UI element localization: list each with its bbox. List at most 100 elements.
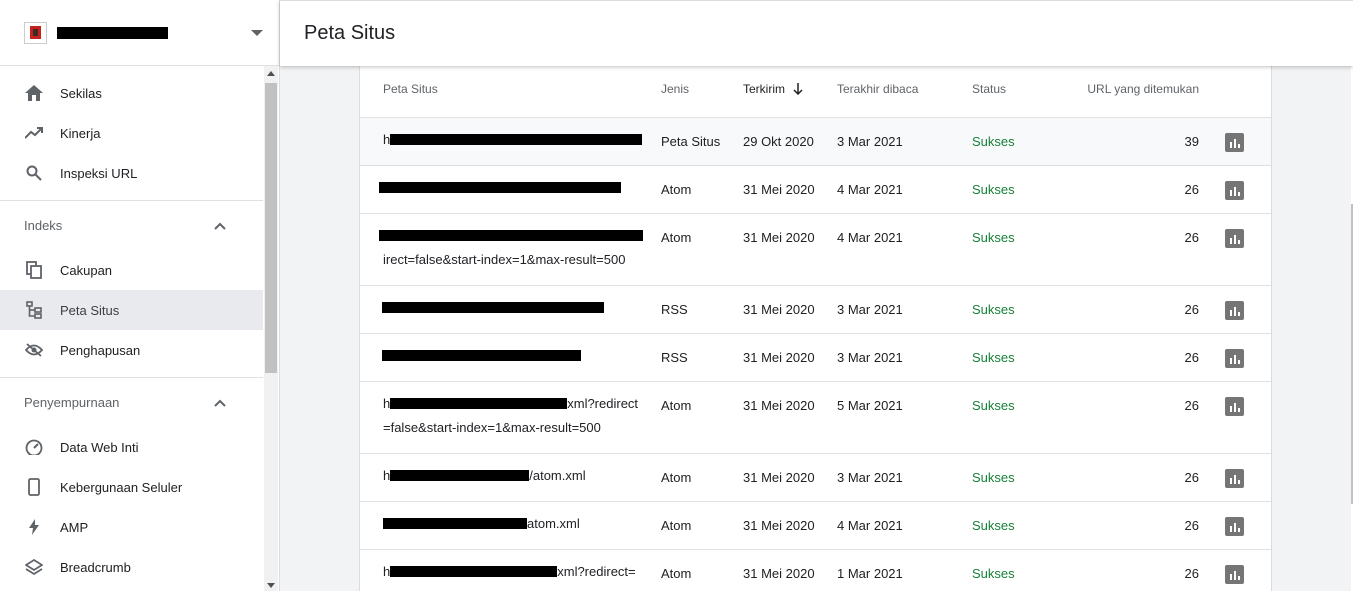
discovered-urls: 26 [1184, 350, 1199, 365]
sitemap-url: irect=false&start-index=1&max-result=500 [379, 224, 643, 272]
status-badge: Sukses [972, 566, 1015, 581]
chevron-up-icon[interactable] [213, 219, 227, 233]
table-row[interactable]: RSS 31 Mei 2020 3 Mar 2021 Sukses 26 [360, 286, 1271, 334]
column-header-label: Terkirim [743, 82, 785, 96]
eye-off-icon [24, 340, 44, 360]
url-text: h [383, 468, 391, 483]
column-header-urls[interactable]: URL yang ditemukan [1087, 82, 1199, 96]
last-read-date: 3 Mar 2021 [837, 302, 903, 317]
table-row[interactable]: RSS 31 Mei 2020 3 Mar 2021 Sukses 26 [360, 334, 1271, 382]
sidebar-item-label: Kebergunaan Seluler [60, 479, 183, 495]
sidebar-item-kinerja[interactable]: Kinerja [0, 113, 263, 153]
bar-chart-icon[interactable] [1225, 517, 1244, 536]
sidebar-item-label: Peta Situs [60, 302, 120, 318]
sidebar-item-label: Breadcrumb [60, 559, 131, 575]
redacted-block [383, 518, 527, 529]
sitemap-type: RSS [661, 302, 688, 317]
sitemap-url: h xml?redirect= [383, 560, 645, 584]
bar-chart-icon[interactable] [1225, 397, 1244, 416]
chevron-up-icon[interactable] [213, 396, 227, 410]
sitemap-url: h xml?redirect =false&start-index=1&max-re… [383, 392, 645, 440]
redacted-block [390, 398, 568, 409]
submitted-date: 29 Okt 2020 [743, 134, 814, 149]
table-row[interactable]: h xml?redirect =false&start-index=1&max-re… [360, 382, 1271, 454]
layers-icon [24, 557, 44, 577]
discovered-urls: 26 [1184, 566, 1199, 581]
submitted-date: 31 Mei 2020 [743, 398, 815, 413]
redacted-block [382, 302, 604, 313]
status-badge: Sukses [972, 398, 1015, 413]
url-text: atom.xml [527, 516, 580, 531]
property-selector[interactable] [0, 0, 279, 66]
file-copy-icon [24, 260, 44, 280]
scroll-down-arrow-icon[interactable] [267, 583, 275, 588]
table-row[interactable]: h/atom.xml Atom 31 Mei 2020 3 Mar 2021 S… [360, 454, 1271, 502]
sitemap-url: atom.xml [383, 512, 645, 536]
section-header-penyempurnaan[interactable]: Penyempurnaan [0, 378, 263, 427]
bar-chart-icon[interactable] [1225, 229, 1244, 248]
column-header-last-read[interactable]: Terakhir dibaca [837, 82, 918, 96]
sitemap-type: Atom [661, 518, 692, 533]
sitemap-url [382, 344, 644, 368]
bar-chart-icon[interactable] [1225, 349, 1244, 368]
table-row[interactable]: h Peta Situs 29 Okt 2020 3 Mar 2021 Suks… [360, 118, 1271, 166]
bar-chart-icon[interactable] [1225, 133, 1244, 152]
scrollbar-thumb[interactable] [265, 83, 277, 373]
sitemap-type: Peta Situs [661, 134, 721, 149]
speed-icon [24, 437, 44, 457]
sitemap-type: Atom [661, 230, 692, 245]
nav-scroll-area: Sekilas Kinerja Inspeksi URL Indeks Caku… [0, 66, 279, 591]
sidebar-item-cakupan[interactable]: Cakupan [0, 250, 263, 290]
table-row[interactable]: h xml?redirect= Atom 31 Mei 2020 1 Mar 20… [360, 550, 1271, 591]
sitemaps-table: Peta Situs Jenis Terkirim Terakhir dibac… [359, 66, 1272, 591]
url-text: =false&start-index=1&max-result=500 [383, 420, 601, 435]
property-name-redacted [57, 26, 168, 39]
sidebar-item-label: Kinerja [60, 125, 101, 141]
discovered-urls: 26 [1184, 182, 1199, 197]
scroll-up-arrow-icon[interactable] [267, 71, 275, 76]
submitted-date: 31 Mei 2020 [743, 302, 815, 317]
url-text: /atom.xml [529, 468, 586, 483]
sidebar-item-label: Penghapusan [60, 342, 141, 358]
redacted-block [390, 470, 530, 481]
last-read-date: 4 Mar 2021 [837, 182, 903, 197]
sidebar-item-breadcrumb[interactable]: Breadcrumb [0, 547, 263, 587]
status-badge: Sukses [972, 134, 1015, 149]
sidebar-item-kebergunaan-seluler[interactable]: Kebergunaan Seluler [0, 467, 263, 507]
nav-list: Sekilas Kinerja Inspeksi URL Indeks Caku… [0, 66, 263, 587]
sidebar-item-data-web-inti[interactable]: Data Web Inti [0, 427, 263, 467]
redacted-block [390, 566, 558, 577]
sidebar-item-peta-situs[interactable]: Peta Situs [0, 290, 263, 330]
column-header-submitted[interactable]: Terkirim [743, 82, 803, 98]
table-row[interactable]: atom.xml Atom 31 Mei 2020 4 Mar 2021 Suk… [360, 502, 1271, 550]
section-header-indeks[interactable]: Indeks [0, 201, 263, 250]
sidebar-item-label: AMP [60, 519, 89, 535]
trending-up-icon [24, 123, 44, 143]
status-badge: Sukses [972, 182, 1015, 197]
discovered-urls: 39 [1184, 134, 1199, 149]
sidebar-item-penghapusan[interactable]: Penghapusan [0, 330, 263, 370]
sidebar-item-amp[interactable]: AMP [0, 507, 263, 547]
table-row[interactable]: irect=false&start-index=1&max-result=500… [360, 214, 1271, 286]
bar-chart-icon[interactable] [1225, 181, 1244, 200]
sitemap-type: Atom [661, 470, 692, 485]
bar-chart-icon[interactable] [1225, 301, 1244, 320]
bar-chart-icon[interactable] [1225, 565, 1244, 584]
dropdown-caret-icon[interactable] [251, 29, 263, 36]
arrow-down-icon [793, 83, 803, 98]
sidebar-scrollbar[interactable] [264, 66, 278, 591]
discovered-urls: 26 [1184, 230, 1199, 245]
column-header-type[interactable]: Jenis [661, 82, 689, 96]
sidebar-item-label: Cakupan [60, 262, 113, 278]
sidebar-item-inspeksi-url[interactable]: Inspeksi URL [0, 153, 263, 193]
status-badge: Sukses [972, 302, 1015, 317]
url-text: xml?redirect [567, 396, 639, 411]
table-row[interactable]: Atom 31 Mei 2020 4 Mar 2021 Sukses 26 [360, 166, 1271, 214]
bar-chart-icon[interactable] [1225, 469, 1244, 488]
sitemap-type: Atom [661, 398, 692, 413]
sitemap-icon [24, 300, 44, 320]
column-header-sitemap[interactable]: Peta Situs [383, 82, 438, 96]
column-header-status[interactable]: Status [972, 82, 1006, 96]
submitted-date: 31 Mei 2020 [743, 350, 815, 365]
sidebar-item-sekilas[interactable]: Sekilas [0, 73, 263, 113]
